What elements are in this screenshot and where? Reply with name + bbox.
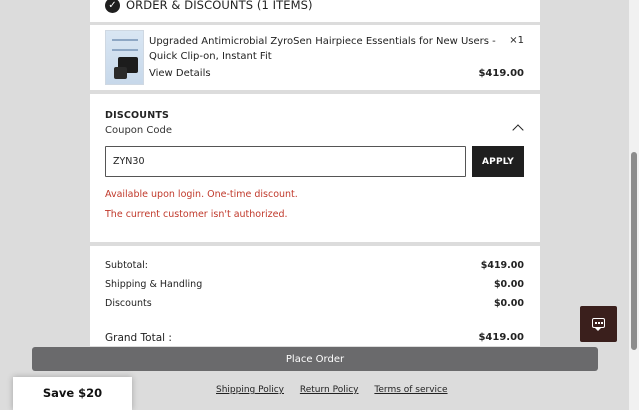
order-summary: Subtotal: $419.00 Shipping & Handling $0… [90,246,540,346]
view-details-link[interactable]: View Details [149,68,211,79]
chat-button[interactable] [580,306,617,342]
return-policy-link[interactable]: Return Policy [300,385,359,395]
product-price: $419.00 [478,68,524,79]
product-thumbnail[interactable] [105,30,144,85]
order-section-header: ✓ ORDER & DISCOUNTS (1 ITEMS) [90,0,540,22]
shipping-label: Shipping & Handling [105,279,203,290]
coupon-error-login: Available upon login. One-time discount. [105,189,298,200]
place-order-button[interactable]: Place Order [32,347,598,371]
grand-total-label: Grand Total : [105,332,172,344]
coupon-code-label[interactable]: Coupon Code [105,125,172,136]
coupon-input[interactable] [105,146,466,177]
subtotal-row: Subtotal: $419.00 [105,260,524,271]
product-title: Upgraded Antimicrobial ZyroSen Hairpiece… [149,36,496,62]
shipping-policy-link[interactable]: Shipping Policy [216,385,284,395]
footer-links: Shipping Policy Return Policy Terms of s… [216,385,461,395]
apply-button[interactable]: APPLY [472,146,524,177]
discounts-value: $0.00 [493,298,524,309]
save-banner[interactable]: Save $20 [13,377,132,410]
discounts-label: Discounts [105,298,152,309]
order-section-title: ORDER & DISCOUNTS (1 ITEMS) [126,0,313,12]
check-icon: ✓ [105,0,120,13]
discounts-section: DISCOUNTS Coupon Code APPLY Available up… [90,94,540,242]
coupon-error-unauthorized: The current customer isn't authorized. [105,209,288,220]
product-item: Upgraded Antimicrobial ZyroSen Hairpiece… [90,25,540,90]
terms-of-service-link[interactable]: Terms of service [374,385,447,395]
grand-total-row: Grand Total : $419.00 [105,332,524,344]
shipping-value: $0.00 [493,279,524,290]
scrollbar-thumb[interactable] [631,152,637,350]
product-quantity: ×1 [509,35,524,46]
subtotal-value: $419.00 [480,260,524,271]
chevron-up-icon[interactable] [512,124,524,136]
grand-total-value: $419.00 [478,332,524,343]
shipping-row: Shipping & Handling $0.00 [105,279,524,290]
subtotal-label: Subtotal: [105,260,149,271]
discounts-heading: DISCOUNTS [105,110,170,121]
discounts-row: Discounts $0.00 [105,298,524,309]
